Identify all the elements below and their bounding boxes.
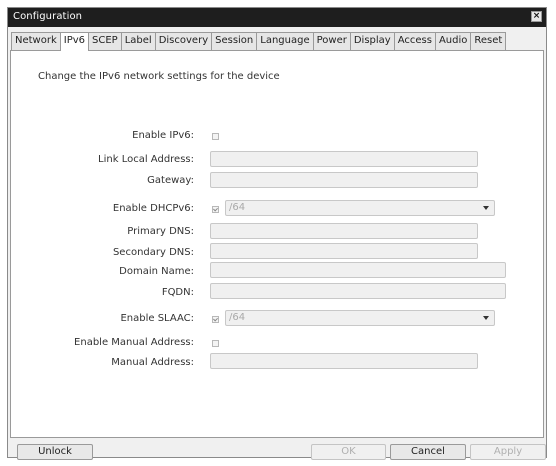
tab-display[interactable]: Display [349, 32, 394, 50]
tab-reset[interactable]: Reset [470, 32, 507, 50]
tab-power[interactable]: Power [312, 32, 350, 50]
tab-scep[interactable]: SCEP [88, 32, 121, 50]
secondary-dns-label: Secondary DNS: [112, 247, 194, 258]
cancel-button[interactable]: Cancel [390, 444, 466, 460]
domain-name-field[interactable] [210, 262, 506, 278]
dhcpv6-prefix-select[interactable]: /64 [225, 200, 495, 216]
chevron-down-icon [483, 206, 489, 210]
tab-label[interactable]: Label [120, 32, 155, 50]
enable-dhcpv6-label: Enable DHCPv6: [112, 203, 194, 214]
chevron-down-icon [483, 316, 489, 320]
ok-button[interactable]: OK [311, 444, 386, 460]
tab-network[interactable]: Network [11, 32, 60, 50]
enable-slaac-checkbox[interactable] [212, 316, 219, 323]
link-local-address-field[interactable] [210, 151, 478, 167]
primary-dns-field[interactable] [210, 223, 478, 239]
slaac-prefix-value: /64 [229, 312, 246, 323]
gateway-label: Gateway: [147, 175, 194, 186]
tab-ipv6[interactable]: IPv6 [59, 32, 89, 51]
enable-dhcpv6-checkbox[interactable] [212, 206, 219, 213]
slaac-prefix-select[interactable]: /64 [225, 310, 495, 326]
link-local-address-label: Link Local Address: [98, 154, 194, 165]
page-description: Change the IPv6 network settings for the… [38, 71, 280, 82]
enable-slaac-label: Enable SLAAC: [120, 313, 194, 324]
tab-audio[interactable]: Audio [434, 32, 471, 50]
manual-address-label: Manual Address: [111, 357, 194, 368]
tab-bar: Network IPv6 SCEP Label Discovery Sessio… [11, 32, 507, 51]
tab-access[interactable]: Access [393, 32, 435, 50]
enable-ipv6-checkbox[interactable] [212, 133, 219, 140]
title-bar: Configuration × [8, 8, 546, 27]
close-icon[interactable]: × [531, 11, 542, 22]
fqdn-field[interactable] [210, 283, 506, 299]
enable-manual-address-checkbox[interactable] [212, 340, 219, 347]
unlock-button[interactable]: Unlock [17, 444, 93, 460]
gateway-field[interactable] [210, 172, 478, 188]
domain-name-label: Domain Name: [119, 266, 194, 277]
tab-discovery[interactable]: Discovery [154, 32, 212, 50]
window-title: Configuration [13, 11, 83, 22]
enable-manual-address-label: Enable Manual Address: [74, 337, 194, 348]
tab-language[interactable]: Language [256, 32, 313, 50]
manual-address-field[interactable] [210, 353, 478, 369]
fqdn-label: FQDN: [161, 287, 194, 298]
tab-session[interactable]: Session [211, 32, 257, 50]
secondary-dns-field[interactable] [210, 243, 478, 259]
apply-button[interactable]: Apply [470, 444, 546, 460]
primary-dns-label: Primary DNS: [127, 226, 194, 237]
enable-ipv6-label: Enable IPv6: [132, 130, 194, 141]
dhcpv6-prefix-value: /64 [229, 202, 246, 213]
